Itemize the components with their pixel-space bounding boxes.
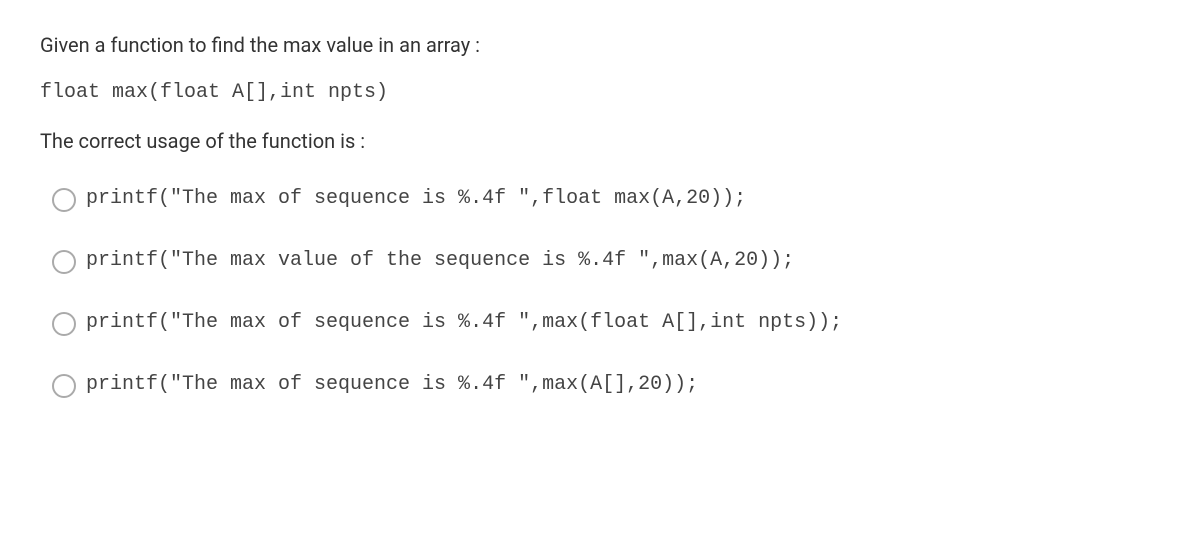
option-3[interactable]: printf("The max of sequence is %.4f ",ma… xyxy=(40,308,1160,338)
radio-icon[interactable] xyxy=(52,312,76,336)
question-intro: Given a function to find the max value i… xyxy=(40,30,1160,60)
option-text: printf("The max of sequence is %.4f ",ma… xyxy=(86,308,842,338)
option-text: printf("The max value of the sequence is… xyxy=(86,246,794,276)
function-signature: float max(float A[],int npts) xyxy=(40,78,1160,108)
option-text: printf("The max of sequence is %.4f ",ma… xyxy=(86,370,698,400)
option-2[interactable]: printf("The max value of the sequence is… xyxy=(40,246,1160,276)
radio-icon[interactable] xyxy=(52,188,76,212)
options-list: printf("The max of sequence is %.4f ",fl… xyxy=(40,184,1160,400)
option-4[interactable]: printf("The max of sequence is %.4f ",ma… xyxy=(40,370,1160,400)
radio-icon[interactable] xyxy=(52,250,76,274)
question-prompt: The correct usage of the function is : xyxy=(40,126,1160,156)
option-1[interactable]: printf("The max of sequence is %.4f ",fl… xyxy=(40,184,1160,214)
radio-icon[interactable] xyxy=(52,374,76,398)
option-text: printf("The max of sequence is %.4f ",fl… xyxy=(86,184,746,214)
